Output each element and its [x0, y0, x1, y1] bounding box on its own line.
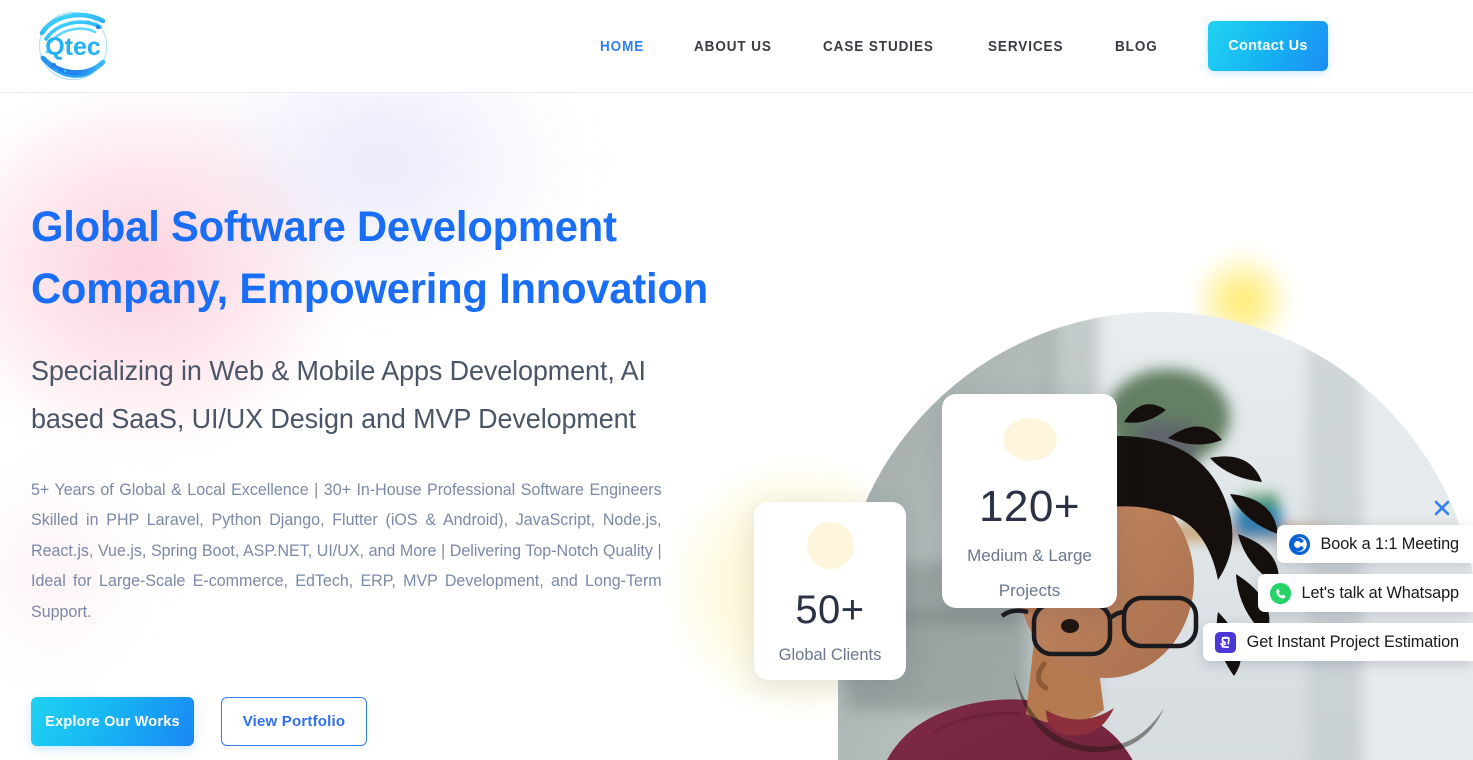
nav-item-about-us[interactable]: ABOUT US	[694, 31, 772, 63]
explore-our-works-button[interactable]: Explore Our Works	[31, 697, 194, 746]
widget-label: Let's talk at Whatsapp	[1301, 583, 1460, 602]
stat-value: 120+	[978, 482, 1081, 531]
nav-item-blog[interactable]: BLOG	[1115, 31, 1158, 63]
svg-text:Qtec: Qtec	[45, 33, 101, 61]
qtec-globe-logo: Qtec	[38, 11, 108, 81]
widget-label: Get Instant Project Estimation	[1246, 632, 1459, 651]
stat-label: Global Clients	[778, 646, 882, 664]
widget-project-estimation[interactable]: Get Instant Project Estimation	[1202, 623, 1473, 661]
contact-us-button[interactable]: Contact Us	[1208, 21, 1328, 71]
calendly-icon	[1288, 533, 1310, 555]
hero-subheadline: Specializing in Web & Mobile Apps Develo…	[31, 355, 646, 434]
stat-label: Medium & Large Projects	[967, 546, 1092, 600]
page-title: Global Software Development Company, Emp…	[31, 203, 709, 313]
nav-item-services[interactable]: SERVICES	[988, 31, 1063, 63]
close-x-glyph	[1434, 500, 1450, 516]
stat-card-global-clients: 50+ Global Clients	[754, 502, 906, 680]
stat-card-projects: 120+ Medium & Large Projects	[942, 394, 1117, 608]
nav-item-home[interactable]: HOME	[600, 31, 644, 63]
widget-whatsapp[interactable]: Let's talk at Whatsapp	[1257, 574, 1473, 612]
widget-list: Book a 1:1 Meeting Let's talk at Whatsap…	[1202, 525, 1473, 661]
page-root: Qtec HOME ABOUT US CASE STUDIES SERVICES…	[0, 0, 1473, 760]
whatsapp-icon	[1269, 582, 1291, 604]
close-x-icon[interactable]	[1431, 497, 1453, 519]
qtec-logo[interactable]: Qtec	[30, 5, 116, 87]
nav-item-case-studies[interactable]: CASE STUDIES	[823, 31, 934, 63]
site-header: Qtec HOME ABOUT US CASE STUDIES SERVICES…	[0, 0, 1473, 93]
widget-book-meeting[interactable]: Book a 1:1 Meeting	[1276, 525, 1473, 563]
yellow-circle-badge-icon	[806, 522, 854, 569]
main-navigation: HOME ABOUT US CASE STUDIES SERVICES BLOG…	[600, 0, 1271, 93]
hero-cta-group: Explore Our Works View Portfolio	[31, 697, 367, 746]
view-portfolio-button[interactable]: View Portfolio	[221, 697, 367, 746]
estimation-icon	[1214, 631, 1236, 653]
yellow-circle-badge-icon	[1002, 418, 1057, 461]
hero-copy-block: Global Software Development Company, Emp…	[31, 196, 731, 627]
hero-description: 5+ Years of Global & Local Excellence | …	[31, 481, 662, 621]
stat-value: 50+	[795, 588, 865, 632]
widget-label: Book a 1:1 Meeting	[1320, 534, 1460, 553]
